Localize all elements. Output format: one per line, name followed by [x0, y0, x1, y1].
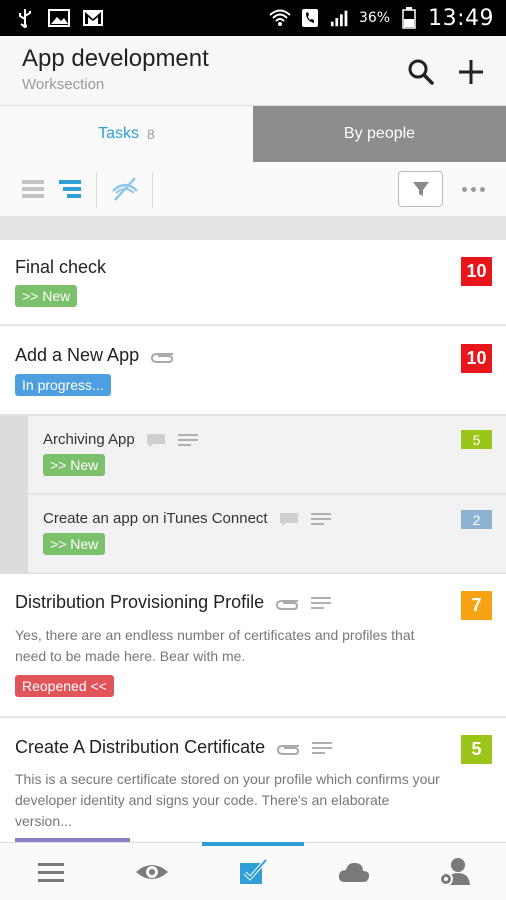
cloud-icon: [339, 862, 370, 882]
comment-icon: [279, 512, 298, 526]
add-button[interactable]: [453, 54, 489, 90]
comment-icon: [146, 433, 165, 447]
list-header-spacer: [0, 216, 506, 240]
gmail-icon: [82, 9, 104, 27]
list-item[interactable]: Final check >> New 10: [0, 240, 506, 326]
task-title: Create A Distribution Certificate: [15, 737, 266, 757]
tab-by-people-label: By people: [343, 125, 416, 142]
nav-files[interactable]: [304, 843, 405, 900]
list-item[interactable]: Create A Distribution Certificate This i…: [0, 718, 506, 842]
list-item[interactable]: Add a New App In progress... 10: [0, 326, 506, 416]
tree-list-icon: [59, 180, 81, 198]
task-title-row: Create A Distribution Certificate: [15, 737, 333, 758]
task-description: This is a secure certificate stored on y…: [15, 771, 440, 829]
subtask-title: Archiving App: [43, 431, 135, 448]
image-icon: [48, 9, 70, 27]
battery-percent: 36%: [358, 10, 391, 26]
priority-badge: 10: [461, 257, 492, 286]
view-toolbar: [0, 162, 506, 216]
page-subtitle: Worksection: [22, 76, 105, 93]
signal-icon: [329, 9, 351, 27]
priority-badge: 7: [461, 591, 492, 620]
subtask-item[interactable]: Archiving App >> New 5: [28, 416, 506, 495]
eye-icon: [135, 864, 168, 879]
people-settings-icon: [439, 857, 471, 886]
paperclip-icon: [276, 599, 299, 610]
wifi-icon: [269, 9, 291, 27]
filter-button[interactable]: [398, 171, 443, 207]
subtask-indent-bar: [0, 416, 28, 574]
task-list: Final check >> New 10 Add a New App In p…: [0, 240, 506, 842]
subtask-title: Create an app on iTunes Connect: [43, 510, 268, 527]
description-icon: [310, 512, 331, 525]
tab-by-people[interactable]: By people: [253, 106, 506, 162]
priority-badge: 5: [461, 735, 492, 764]
tab-bar: Tasks 8 By people: [0, 106, 506, 162]
status-badge: Reopened <<: [15, 675, 114, 697]
subtask-title-row: Archiving App: [43, 431, 199, 448]
plus-icon: [459, 60, 483, 84]
status-badge: >> New: [43, 533, 106, 555]
nav-menu[interactable]: [0, 843, 101, 900]
task-title: Final check: [15, 257, 107, 277]
clock: 13:49: [428, 5, 494, 31]
subtask-item[interactable]: Create an app on iTunes Connect >> New 2: [28, 495, 506, 574]
menu-icon: [37, 862, 64, 882]
page-title: App development: [22, 45, 209, 72]
task-title: Distribution Provisioning Profile: [15, 592, 265, 612]
flat-list-icon: [22, 180, 44, 198]
description-icon: [177, 433, 198, 446]
task-title-row: Distribution Provisioning Profile: [15, 592, 332, 613]
more-options-button[interactable]: [456, 172, 490, 206]
priority-badge: 5: [461, 430, 492, 449]
eye-off-icon: [112, 177, 138, 201]
task-title: Add a New App: [15, 345, 140, 365]
nav-people[interactable]: [405, 843, 506, 900]
tab-tasks[interactable]: Tasks 8: [0, 106, 253, 162]
status-badge: >> New: [43, 454, 106, 476]
task-title-row: Add a New App: [15, 345, 175, 366]
tree-list-view-button[interactable]: [55, 172, 85, 206]
description-icon: [312, 741, 333, 754]
paperclip-icon: [277, 744, 300, 755]
priority-badge: 2: [461, 510, 492, 529]
flat-list-view-button[interactable]: [18, 172, 48, 206]
tab-tasks-count: 8: [147, 126, 155, 142]
nav-tasks[interactable]: [202, 842, 304, 900]
usb-icon: [14, 9, 36, 28]
nav-watch[interactable]: [101, 843, 202, 900]
list-item[interactable]: Distribution Provisioning Profile Yes, t…: [0, 574, 506, 718]
priority-badge: 10: [461, 344, 492, 373]
subtask-title-row: Create an app on iTunes Connect: [43, 510, 332, 527]
hide-closed-button[interactable]: [108, 172, 142, 206]
task-description: Yes, there are an endless number of cert…: [15, 627, 415, 664]
filter-icon: [412, 182, 429, 196]
paperclip-icon: [151, 352, 174, 363]
description-icon: [311, 596, 332, 609]
tab-tasks-label: Tasks: [98, 125, 140, 142]
status-bar: 36% 13:49: [0, 0, 506, 36]
battery-icon: [398, 7, 420, 29]
bottom-nav: [0, 842, 506, 900]
search-button[interactable]: [403, 54, 439, 90]
status-badge: >> New: [15, 285, 78, 307]
nav-active-indicator: [202, 842, 304, 846]
search-icon: [408, 59, 434, 85]
tasks-check-icon: [240, 858, 268, 884]
phone-icon: [299, 9, 321, 27]
status-badge: In progress...: [15, 374, 111, 396]
app-bar: App development Worksection: [0, 36, 506, 106]
